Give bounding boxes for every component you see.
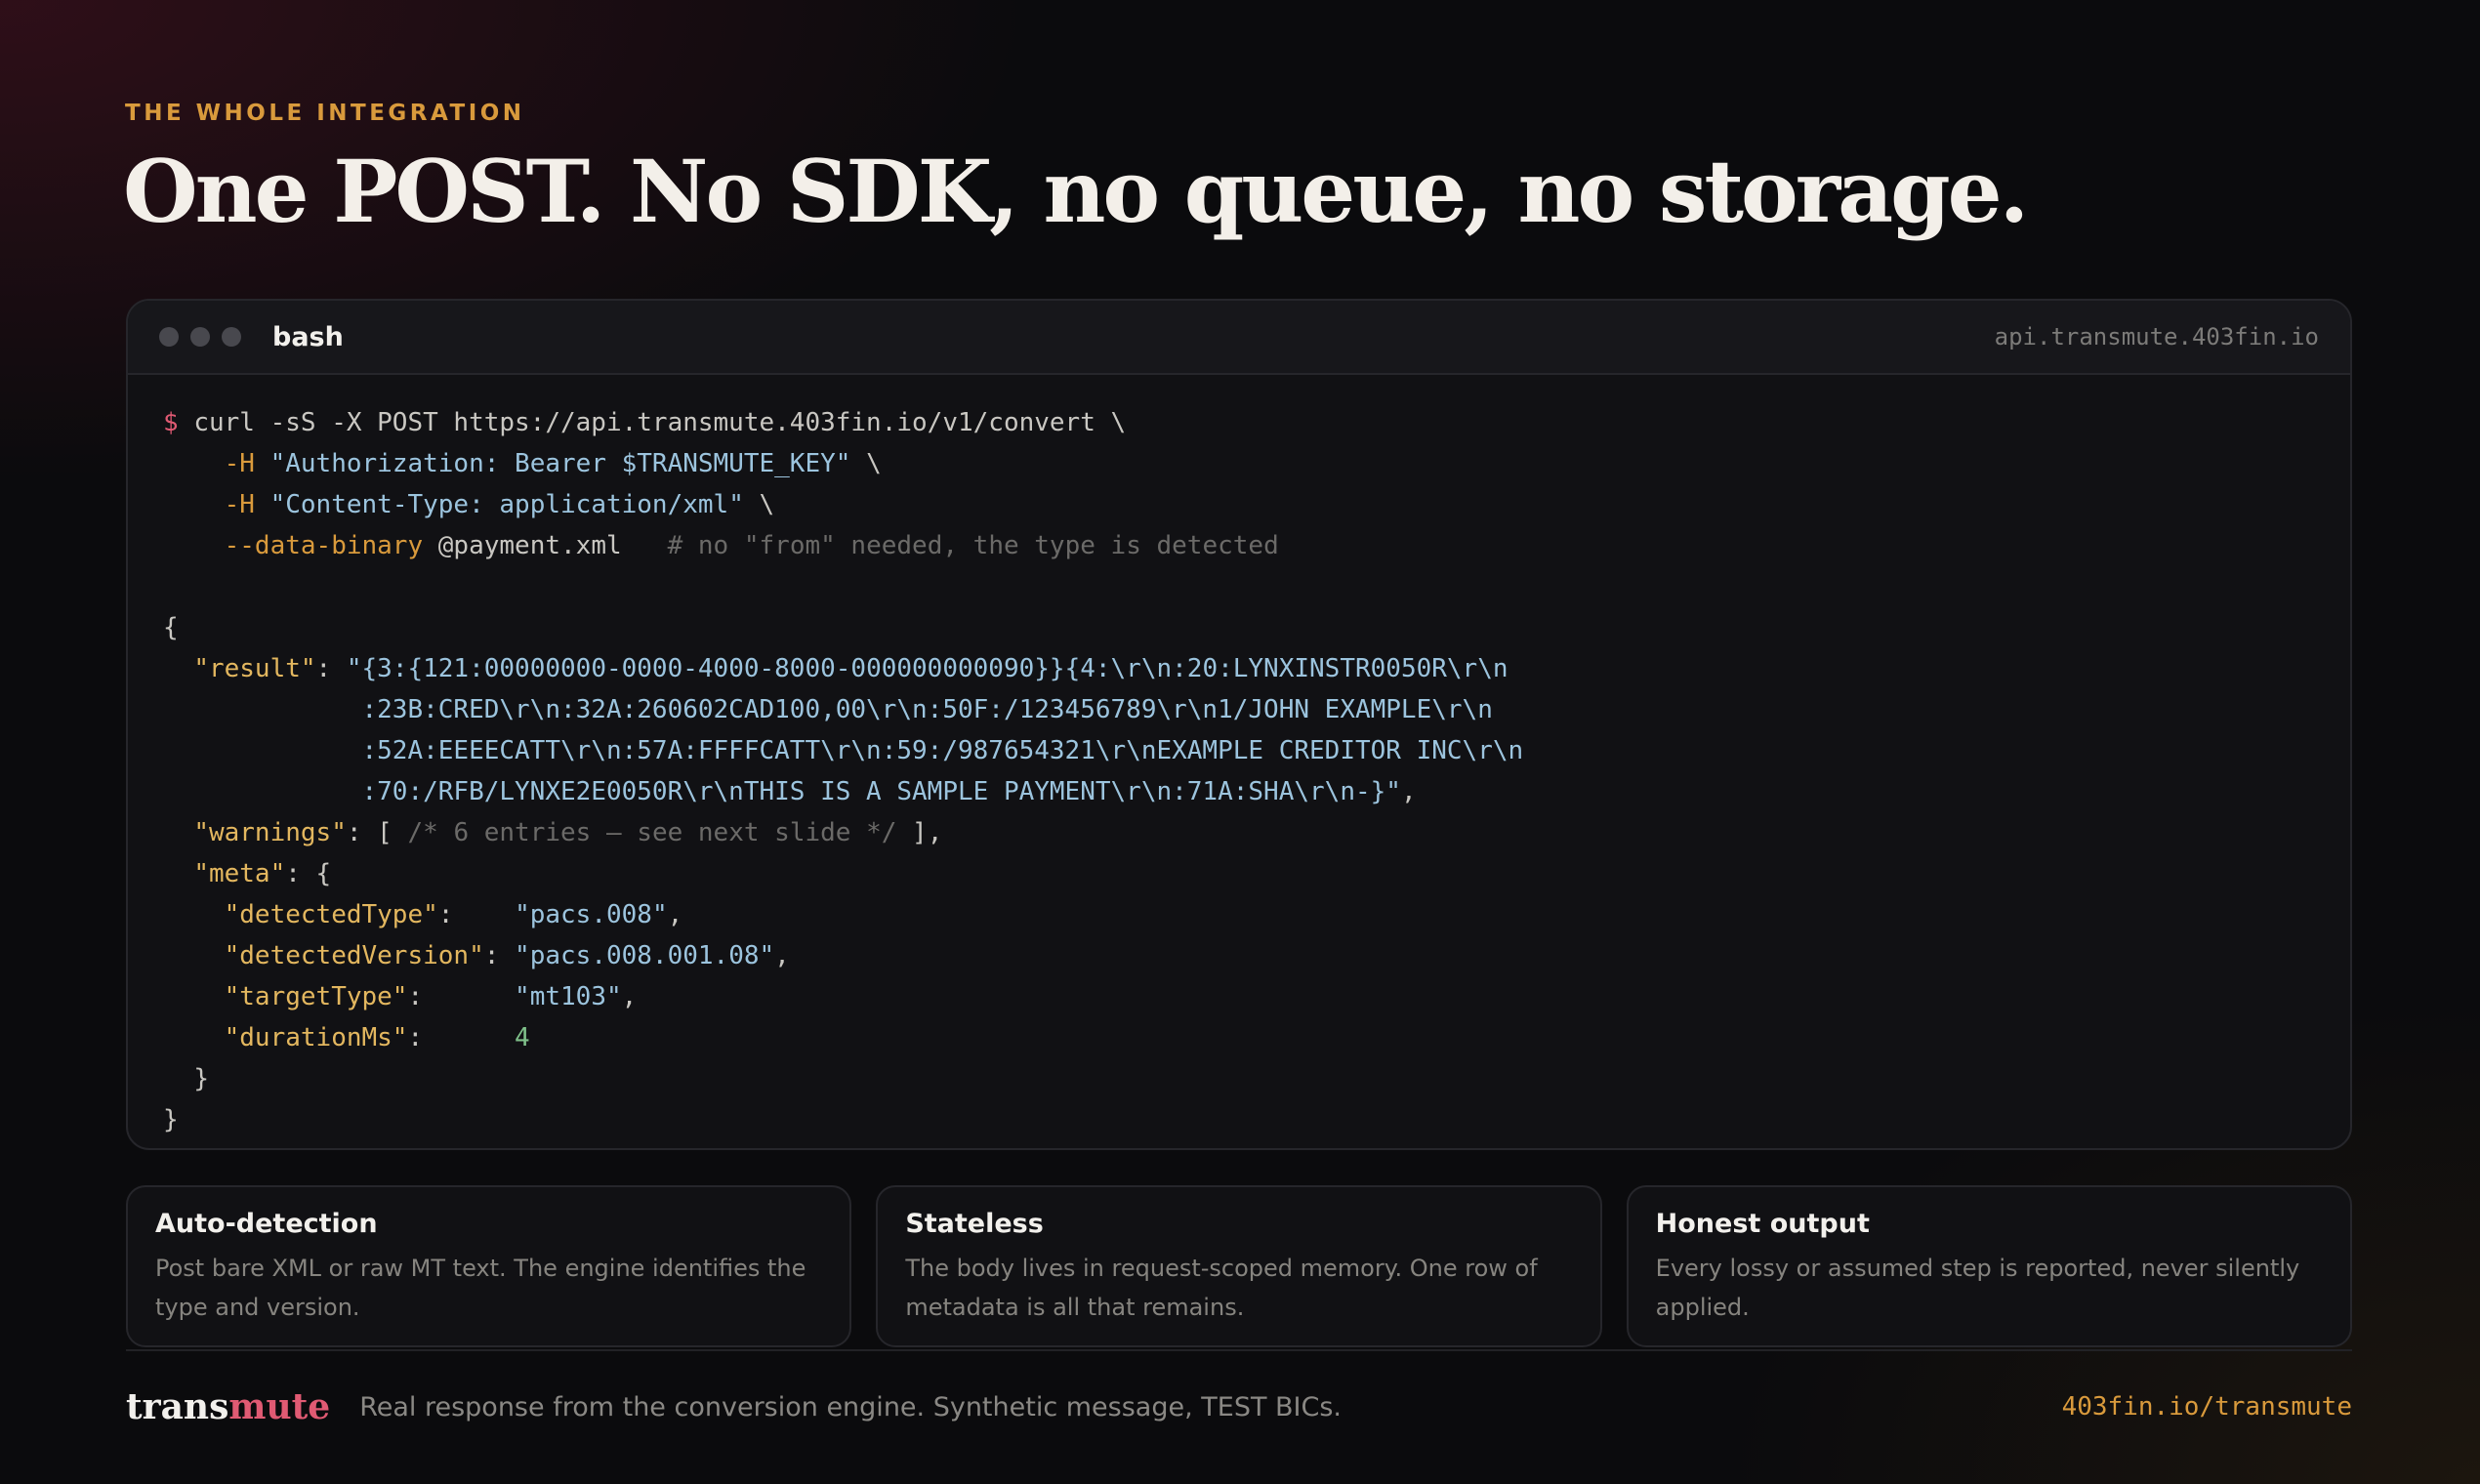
json-close-brace: }	[163, 1105, 179, 1134]
json-close-meta: }	[193, 1064, 209, 1093]
result-line: "{3:{121:00000000-0000-4000-8000-0000000…	[346, 654, 1509, 683]
result-line: :70:/RFB/LYNXE2E0050R\r\nTHIS IS A SAMPL…	[361, 777, 1401, 806]
card-title: Auto-detection	[155, 1209, 378, 1239]
line-continuation: \	[866, 449, 882, 478]
eyebrow-label: THE WHOLE INTEGRATION	[125, 101, 525, 126]
terminal-host: api.transmute.403fin.io	[1994, 323, 2319, 350]
terminal-window: bash api.transmute.403fin.io $ curl -sS …	[126, 299, 2352, 1150]
target-type-key: "targetType"	[224, 982, 408, 1011]
feature-card-honest-output: Honest output Every lossy or assumed ste…	[1626, 1185, 2352, 1347]
feature-card-auto-detection: Auto-detection Post bare XML or raw MT t…	[126, 1185, 852, 1347]
target-type-value: "mt103"	[515, 982, 622, 1011]
window-controls	[159, 327, 241, 347]
line-continuation: \	[759, 490, 775, 519]
card-title: Stateless	[905, 1209, 1044, 1239]
footer: transmute Real response from the convers…	[126, 1386, 2352, 1427]
footer-divider	[126, 1349, 2352, 1351]
data-flag: --data-binary	[224, 531, 424, 560]
detected-type-value: "pacs.008"	[515, 900, 668, 929]
data-file: @payment.xml	[437, 531, 622, 560]
auth-header: "Authorization: Bearer $TRANSMUTE_KEY"	[269, 449, 851, 478]
header-flag: -H	[224, 449, 255, 478]
terminal-language: bash	[272, 321, 344, 352]
logo-part-trans: trans	[126, 1386, 229, 1427]
card-body: The body lives in request-scoped memory.…	[905, 1255, 1538, 1321]
result-line: :52A:EEEECATT\r\n:57A:FFFFCATT\r\n:59:/9…	[361, 736, 1524, 765]
meta-key: "meta"	[193, 859, 286, 888]
json-open-brace: {	[163, 613, 179, 642]
terminal-titlebar: bash api.transmute.403fin.io	[128, 301, 2350, 375]
duration-ms-value: 4	[515, 1023, 530, 1052]
shell-prompt: $	[163, 408, 179, 437]
footer-caption: Real response from the conversion engine…	[359, 1391, 1343, 1422]
card-body: Post bare XML or raw MT text. The engine…	[155, 1255, 806, 1321]
detected-version-key: "detectedVersion"	[224, 941, 484, 970]
content-type-header: "Content-Type: application/xml"	[269, 490, 744, 519]
warnings-key: "warnings"	[193, 818, 347, 847]
feature-card-stateless: Stateless The body lives in request-scop…	[876, 1185, 1602, 1347]
page-headline: One POST. No SDK, no queue, no storage.	[123, 141, 2029, 242]
result-key: "result"	[193, 654, 316, 683]
duration-ms-key: "durationMs"	[224, 1023, 408, 1052]
detected-version-value: "pacs.008.001.08"	[515, 941, 775, 970]
feature-cards: Auto-detection Post bare XML or raw MT t…	[126, 1185, 2352, 1347]
command-comment: # no "from" needed, the type is detected	[667, 531, 1279, 560]
card-title: Honest output	[1655, 1209, 1870, 1239]
footer-link[interactable]: 403fin.io/transmute	[2062, 1392, 2352, 1422]
window-dot-icon	[222, 327, 241, 347]
window-dot-icon	[159, 327, 179, 347]
curl-command: curl -sS -X POST https://api.transmute.4…	[193, 408, 1127, 437]
code-block: $ curl -sS -X POST https://api.transmute…	[163, 408, 1524, 1134]
card-body: Every lossy or assumed step is reported,…	[1655, 1255, 2300, 1321]
warnings-comment: /* 6 entries — see next slide */	[407, 818, 897, 847]
result-line: :23B:CRED\r\n:32A:260602CAD100,00\r\n:50…	[361, 695, 1493, 724]
detected-type-key: "detectedType"	[224, 900, 438, 929]
window-dot-icon	[190, 327, 210, 347]
logo-part-mute: mute	[228, 1386, 331, 1427]
header-flag: -H	[224, 490, 255, 519]
brand-logo: transmute	[126, 1386, 330, 1427]
